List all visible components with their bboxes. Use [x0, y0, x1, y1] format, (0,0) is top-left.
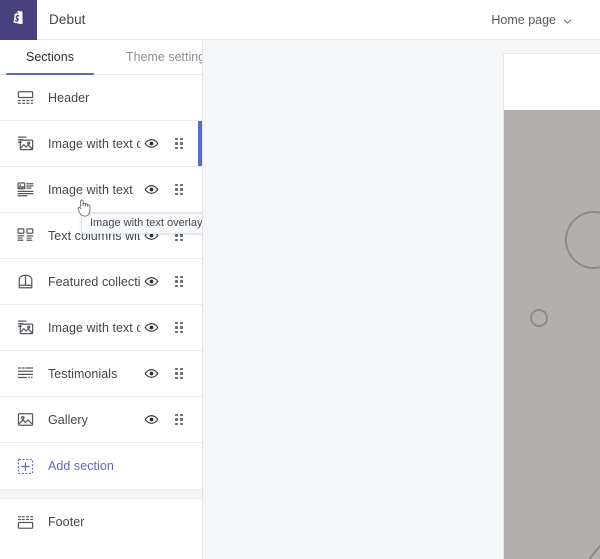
top-bar: Debut Home page [0, 0, 600, 40]
visibility-eye-icon[interactable] [140, 225, 162, 247]
panel-tabs: Sections Theme settings [0, 40, 202, 75]
section-label: Text columns with i... [48, 229, 140, 243]
visibility-eye-icon[interactable] [140, 271, 162, 293]
section-row-gallery[interactable]: Gallery [0, 397, 202, 443]
image-with-text-overlay-icon [14, 133, 36, 155]
tab-sections-label: Sections [26, 50, 74, 64]
chevron-down-icon [563, 15, 572, 24]
section-list: Header Image with text ov... [0, 75, 202, 545]
section-row-testimonials[interactable]: Testimonials [0, 351, 202, 397]
storefront-header: CUTE P [504, 54, 600, 110]
image-with-text-icon [14, 179, 36, 201]
visibility-eye-icon[interactable] [140, 179, 162, 201]
header-layout-icon [14, 87, 36, 109]
gallery-icon [14, 409, 36, 431]
section-label: Image with text ov... [48, 321, 140, 335]
section-row-image-with-text-overlay-1[interactable]: Image with text ov... [0, 121, 202, 167]
preview-canvas: CUTE P [203, 40, 600, 559]
visibility-eye-icon[interactable] [140, 133, 162, 155]
add-section-plus-icon [14, 455, 36, 477]
drag-handle-icon[interactable] [168, 409, 190, 431]
add-section-label: Add section [48, 459, 202, 473]
sections-panel: Sections Theme settings Header [0, 40, 203, 559]
section-label: Image with text [48, 183, 140, 197]
section-row-footer[interactable]: Footer [0, 499, 202, 545]
visibility-eye-icon[interactable] [140, 363, 162, 385]
section-group-divider [0, 489, 202, 499]
section-label: Image with text ov... [48, 137, 140, 151]
section-row-image-with-text[interactable]: Image with text [0, 167, 202, 213]
section-row-header[interactable]: Header [0, 75, 202, 121]
storefront-hero-image [504, 110, 600, 559]
tab-sections[interactable]: Sections [0, 40, 100, 74]
text-columns-icon [14, 225, 36, 247]
section-label: Testimonials [48, 367, 140, 381]
image-with-text-overlay-icon [14, 317, 36, 339]
page-selector-button[interactable]: Home page [485, 9, 578, 31]
section-row-image-with-text-overlay-2[interactable]: Image with text ov... [0, 305, 202, 351]
add-section-row[interactable]: Add section [0, 443, 202, 489]
section-label: Footer [48, 515, 202, 529]
section-label: Header [48, 91, 202, 105]
testimonials-icon [14, 363, 36, 385]
shop-title: Debut [49, 12, 86, 27]
section-row-featured-collection[interactable]: Featured collection [0, 259, 202, 305]
page-selector-label: Home page [491, 13, 556, 27]
tab-theme-settings-label: Theme settings [126, 50, 203, 64]
drag-handle-icon[interactable] [168, 317, 190, 339]
storefront-preview-frame[interactable]: CUTE P [504, 54, 600, 559]
top-bar-right: Home page [485, 9, 600, 31]
featured-collection-icon [14, 271, 36, 293]
shopify-bag-icon [9, 9, 29, 31]
visibility-eye-icon[interactable] [140, 317, 162, 339]
visibility-eye-icon[interactable] [140, 409, 162, 431]
section-label: Gallery [48, 413, 140, 427]
drag-handle-icon[interactable] [168, 363, 190, 385]
shopify-logo-tile[interactable] [0, 0, 37, 40]
footer-layout-icon [14, 511, 36, 533]
drag-handle-icon[interactable] [168, 225, 190, 247]
drag-handle-icon[interactable] [168, 179, 190, 201]
section-label: Featured collection [48, 275, 140, 289]
drag-handle-icon[interactable] [168, 133, 190, 155]
tab-theme-settings[interactable]: Theme settings [100, 40, 203, 74]
theme-editor-app: Debut Home page Sections Theme settings [0, 0, 600, 559]
section-row-text-columns[interactable]: Text columns with i... [0, 213, 202, 259]
drag-handle-icon[interactable] [168, 271, 190, 293]
